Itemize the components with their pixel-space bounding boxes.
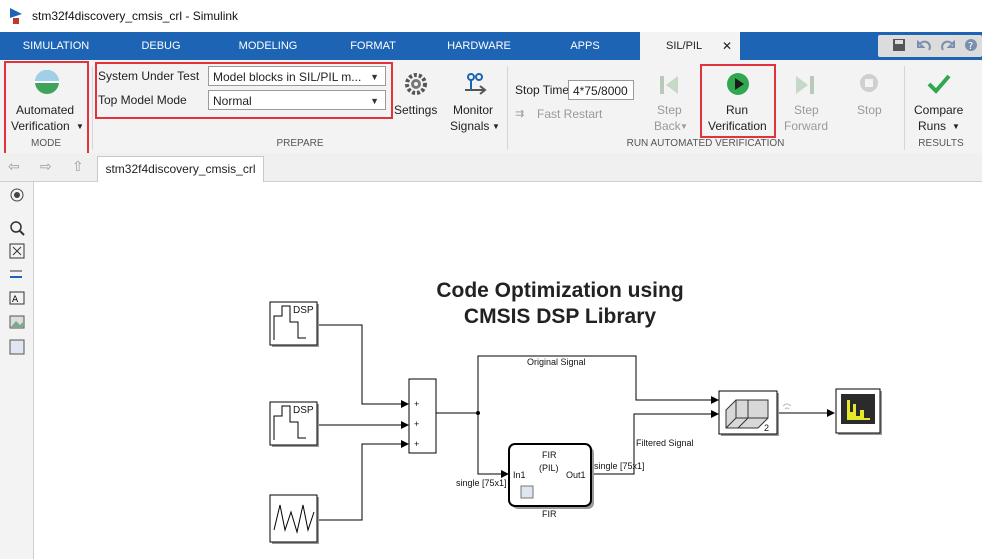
model-tab[interactable]: stm32f4discovery_cmsis_crl [97, 156, 264, 182]
divider [92, 66, 93, 150]
arrow-right-icon[interactable] [9, 267, 25, 281]
spectrum-analyzer-block[interactable] [836, 389, 881, 434]
stop-time-input[interactable]: 4*75/8000 [568, 80, 634, 100]
step-back-label-1: Step [657, 103, 682, 117]
window-title: stm32f4discovery_cmsis_crl - Simulink [32, 9, 239, 23]
compare-runs-button[interactable]: Compare Runs ▼ [910, 100, 970, 136]
save-icon[interactable] [892, 38, 906, 52]
fir-block-mode: (PIL) [539, 463, 559, 473]
stop-icon [860, 74, 878, 92]
filtered-signal-label: Filtered Signal [636, 438, 694, 448]
vector-concatenate-block[interactable]: 2 [719, 391, 778, 435]
diagram-title-line2: CMSIS DSP Library [463, 305, 657, 328]
chevron-down-icon: ▼ [952, 122, 960, 131]
step-forward-icon [796, 76, 814, 94]
monitor-signals-label-2: Signals [450, 119, 490, 133]
sum-plus-1: + [414, 399, 420, 409]
fir-block-name: FIR [542, 509, 557, 519]
tab-sil-pil-label: SIL/PIL [666, 40, 703, 52]
noise-source-block[interactable] [270, 495, 318, 543]
tool-palette: A [0, 182, 34, 559]
model-canvas[interactable] [34, 182, 982, 559]
stop-time-value: 4*75/8000 [573, 84, 628, 98]
chevron-down-icon: ▼ [492, 122, 500, 131]
fit-to-view-icon[interactable] [9, 243, 25, 259]
dsp-source-block-2[interactable] [270, 402, 318, 446]
settings-button[interactable]: Settings [394, 103, 437, 117]
sum-block[interactable]: + + + [409, 379, 437, 454]
input-signal-dimension: single [75x1] [456, 478, 507, 488]
fir-model-block[interactable]: FIR (PIL) In1 Out1 [509, 444, 592, 507]
prepare-highlight [95, 62, 393, 119]
fir-output-port: Out1 [566, 470, 586, 480]
title-bar: stm32f4discovery_cmsis_crl - Simulink [0, 0, 982, 32]
redo-icon[interactable] [940, 38, 956, 52]
checkmark-icon [927, 74, 951, 94]
simulink-logo-icon [10, 8, 22, 24]
diagram-title-line1: Code Optimization using [436, 279, 684, 302]
step-back-label-2: Back [654, 119, 681, 133]
step-back-button[interactable]: Step Back ▼ [648, 100, 694, 136]
toolstrip-tabs: SIMULATION DEBUG MODELING FORMAT HARDWAR… [0, 32, 982, 60]
svg-text:?: ? [968, 41, 973, 52]
chevron-down-icon: ▼ [680, 122, 688, 131]
quick-access-bar: ? [878, 35, 982, 57]
concat-input-count: 2 [764, 423, 770, 433]
tab-apps[interactable]: APPS [545, 32, 625, 60]
compare-runs-label-2: Runs [918, 119, 947, 133]
sum-plus-2: + [414, 419, 420, 429]
fast-restart-button[interactable]: Fast Restart [537, 107, 602, 121]
svg-text:A: A [12, 295, 19, 305]
mode-highlight [4, 61, 89, 157]
help-icon[interactable]: ? [964, 38, 978, 52]
section-run-label: RUN AUTOMATED VERIFICATION [626, 138, 785, 149]
step-forward-button[interactable]: Step Forward [780, 100, 834, 136]
step-forward-label-1: Step [794, 103, 819, 117]
annotation-icon[interactable]: A [9, 291, 25, 305]
tab-modeling[interactable]: MODELING [222, 32, 314, 60]
tab-debug[interactable]: DEBUG [118, 32, 204, 60]
stop-button[interactable]: Stop [857, 103, 882, 117]
tab-hardware[interactable]: HARDWARE [436, 32, 522, 60]
sum-plus-3: + [414, 439, 420, 449]
dsp-source-block-1[interactable] [270, 302, 318, 346]
step-forward-label-2: Forward [784, 119, 829, 133]
monitor-signals-icon[interactable] [462, 70, 488, 96]
fir-block-title: FIR [542, 450, 557, 460]
hide-browser-icon[interactable] [10, 188, 24, 202]
step-back-icon [660, 76, 678, 94]
section-results-label: RESULTS [918, 138, 964, 149]
close-tab-icon[interactable]: ✕ [722, 32, 732, 60]
stop-time-label: Stop Time [515, 83, 570, 97]
section-prepare-label: PREPARE [276, 138, 324, 149]
monitor-signals-button[interactable]: Monitor Signals ▼ [446, 100, 506, 136]
run-highlight [700, 64, 776, 138]
image-icon[interactable] [9, 315, 25, 329]
fir-input-port: In1 [513, 470, 526, 480]
tab-format[interactable]: FORMAT [330, 32, 416, 60]
fast-restart-icon: ⇉ [515, 108, 525, 120]
monitor-signals-label-1: Monitor [453, 103, 494, 117]
output-signal-dimension: single [75x1] [594, 461, 645, 471]
diagram-title: Code Optimization using CMSIS DSP Librar… [380, 278, 740, 330]
compare-runs-label-1: Compare [914, 103, 964, 117]
up-arrow-icon[interactable]: ⇧ [72, 158, 84, 175]
tab-simulation[interactable]: SIMULATION [10, 32, 102, 60]
back-arrow-icon[interactable]: ⇦ [8, 158, 20, 175]
original-signal-label: Original Signal [527, 357, 586, 367]
zoom-icon[interactable] [9, 220, 25, 236]
undo-icon[interactable] [916, 38, 932, 52]
gear-icon[interactable] [404, 72, 428, 96]
tab-sil-pil[interactable]: SIL/PIL ✕ [640, 32, 740, 60]
forward-arrow-icon[interactable]: ⇨ [40, 158, 52, 175]
area-icon[interactable] [9, 339, 25, 355]
